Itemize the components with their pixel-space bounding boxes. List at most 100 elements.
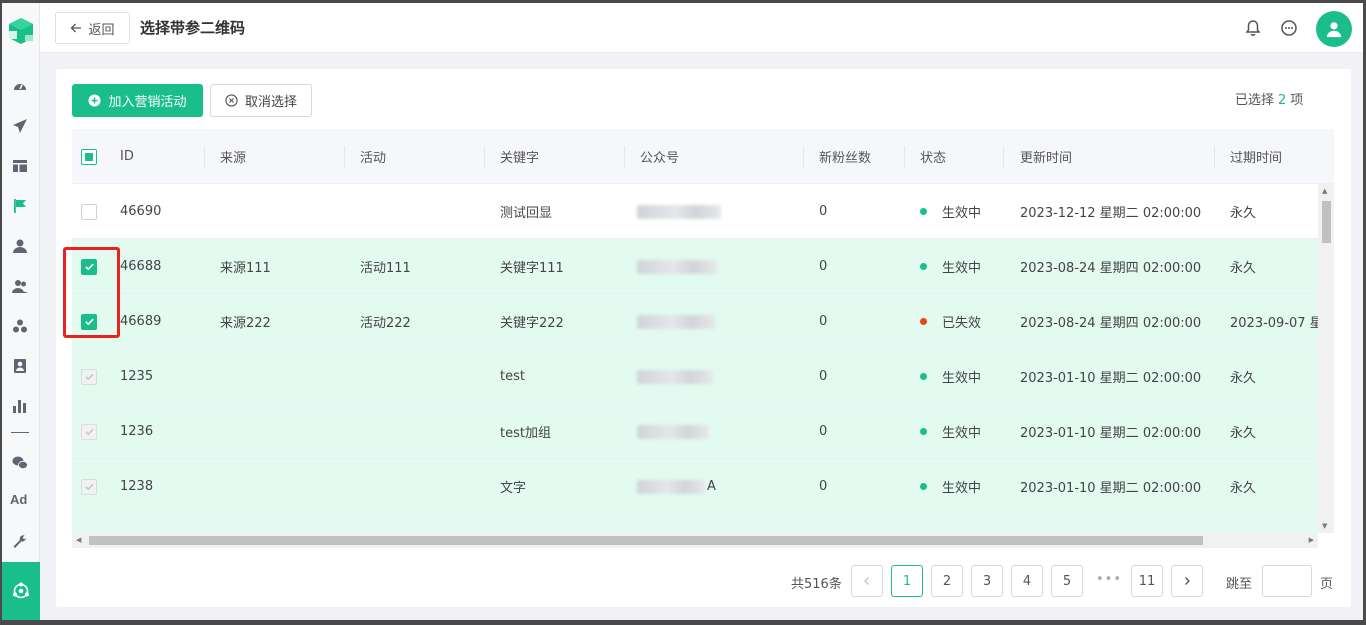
cell-source: 来源222	[220, 316, 271, 331]
column-divider	[344, 146, 345, 168]
cell-account-redacted	[637, 184, 721, 239]
cell-status: 生效中	[920, 239, 981, 294]
status-dot	[920, 483, 927, 490]
dashboard-icon[interactable]	[11, 77, 29, 95]
scroll-right-icon[interactable]: ▶	[1309, 536, 1314, 544]
cell-account-redacted	[637, 239, 717, 294]
cell-status: 生效中	[920, 459, 981, 514]
scroll-down-icon[interactable]: ▼	[1322, 522, 1327, 530]
column-header-keyword[interactable]: 关键字	[500, 129, 539, 184]
scroll-up-icon[interactable]: ▲	[1322, 187, 1327, 195]
page-button-5[interactable]: 5	[1051, 565, 1083, 597]
chat-icon[interactable]	[1279, 18, 1299, 38]
vertical-scrollbar[interactable]: ▲ ▼	[1318, 184, 1334, 533]
selected-suffix: 项	[1290, 93, 1304, 108]
row-checkbox	[81, 368, 97, 385]
status-text: 生效中	[942, 261, 982, 276]
bar-chart-icon[interactable]	[11, 397, 29, 415]
status-text: 生效中	[942, 371, 982, 386]
cell-status: 生效中	[920, 404, 981, 459]
page-button-3[interactable]: 3	[971, 565, 1003, 597]
cancel-selection-button[interactable]: 取消选择	[210, 84, 312, 117]
cell-keyword: 测试回显	[500, 206, 553, 221]
cell-updated: 2023-01-10 星期二 02:00:00	[1020, 481, 1202, 496]
app-window: Ad 返回 选择带参二维码 加入营销活动 取消选择 已选择 2 项 ID 来源 …	[2, 3, 1363, 620]
cell-new-fans: 0	[819, 369, 828, 384]
cell-id: 1236	[120, 424, 154, 439]
column-header-source[interactable]: 来源	[220, 129, 246, 184]
cell-new-fans: 0	[819, 424, 828, 439]
vertical-scroll-thumb[interactable]	[1322, 201, 1331, 243]
column-header-id[interactable]: ID	[120, 129, 134, 184]
cell-keyword: 关键字222	[500, 316, 564, 331]
table-row[interactable]: 1238 文字 A 0 生效中 2023-01-10 星期二 02:00:00 …	[72, 459, 1318, 514]
cell-activity: 活动222	[360, 316, 411, 331]
cell-account-redacted	[637, 294, 715, 349]
user-avatar[interactable]	[1316, 11, 1352, 47]
qrcode-table: ID 来源 活动 关键字 公众号 新粉丝数 状态 更新时间 过期时间 46690…	[72, 129, 1334, 548]
column-header-expires[interactable]: 过期时间	[1230, 129, 1282, 184]
selected-prefix: 已选择	[1235, 93, 1275, 108]
table-header: ID 来源 活动 关键字 公众号 新粉丝数 状态 更新时间 过期时间	[72, 129, 1334, 184]
horizontal-scrollbar[interactable]: ◀ ▶	[72, 533, 1318, 548]
prev-page-button[interactable]	[851, 565, 883, 597]
user-icon[interactable]	[11, 237, 29, 255]
column-header-status[interactable]: 状态	[920, 129, 946, 184]
cell-id: 46690	[120, 204, 162, 219]
select-all-checkbox[interactable]	[81, 148, 97, 165]
cell-status: 已失效	[920, 294, 981, 349]
page-button-4[interactable]: 4	[1011, 565, 1043, 597]
cell-activity: 活动111	[360, 261, 411, 276]
column-header-account[interactable]: 公众号	[640, 129, 679, 184]
wrench-icon[interactable]	[11, 533, 29, 551]
status-dot	[920, 263, 927, 270]
cell-new-fans: 0	[819, 204, 828, 219]
cell-id: 46688	[120, 259, 162, 274]
page-button-last[interactable]: 11	[1131, 565, 1163, 597]
add-to-campaign-button[interactable]: 加入营销活动	[72, 84, 203, 117]
scroll-left-icon[interactable]: ◀	[76, 536, 81, 544]
status-text: 生效中	[942, 481, 982, 496]
table-row[interactable]: 1235 test 0 生效中 2023-01-10 星期二 02:00:00 …	[72, 349, 1318, 404]
row-checkbox[interactable]	[81, 203, 97, 220]
pagination-ellipsis[interactable]: •••	[1096, 572, 1122, 587]
page-button-2[interactable]: 2	[931, 565, 963, 597]
layout-icon[interactable]	[11, 157, 29, 175]
column-header-updated[interactable]: 更新时间	[1020, 129, 1072, 184]
table-body: 46690 测试回显 0 生效中 2023-12-12 星期二 02:00:00…	[72, 184, 1318, 533]
column-divider	[1003, 146, 1004, 168]
sidebar: Ad	[2, 3, 40, 620]
column-divider	[1214, 146, 1215, 168]
hub-icon[interactable]	[2, 562, 40, 620]
cell-expires: 永久	[1230, 426, 1257, 441]
status-text: 已失效	[942, 316, 982, 331]
group-icon[interactable]	[11, 317, 29, 335]
back-button-label: 返回	[88, 22, 115, 38]
status-text: 生效中	[942, 206, 982, 221]
table-row[interactable]: 46689 来源222 活动222 关键字222 0 已失效 2023-08-2…	[72, 294, 1318, 349]
table-row[interactable]: 46690 测试回显 0 生效中 2023-12-12 星期二 02:00:00…	[72, 184, 1318, 239]
account-suffix: A	[707, 479, 716, 494]
ad-icon[interactable]: Ad	[10, 492, 27, 507]
status-text: 生效中	[942, 426, 982, 441]
bell-icon[interactable]	[1243, 18, 1263, 38]
cell-keyword: 关键字111	[500, 261, 564, 276]
back-button[interactable]: 返回	[55, 12, 130, 44]
horizontal-scroll-thumb[interactable]	[89, 536, 1203, 545]
column-header-activity[interactable]: 活动	[360, 129, 386, 184]
table-row[interactable]: 1236 test加组 0 生效中 2023-01-10 星期二 02:00:0…	[72, 404, 1318, 459]
flag-icon[interactable]	[11, 197, 29, 215]
users-icon[interactable]	[11, 277, 29, 295]
cell-new-fans: 0	[819, 479, 828, 494]
wechat-icon[interactable]	[11, 454, 29, 472]
cell-status: 生效中	[920, 349, 981, 404]
portrait-icon[interactable]	[11, 357, 29, 375]
page-button-1[interactable]: 1	[891, 565, 923, 597]
table-row[interactable]: 46688 来源111 活动111 关键字111 0 生效中 2023-08-2…	[72, 239, 1318, 294]
cell-expires: 永久	[1230, 206, 1257, 221]
next-page-button[interactable]	[1171, 565, 1203, 597]
jump-page-input[interactable]	[1262, 565, 1312, 597]
column-header-new-fans[interactable]: 新粉丝数	[819, 129, 871, 184]
page-unit-label: 页	[1320, 577, 1334, 592]
send-icon[interactable]	[11, 117, 29, 135]
